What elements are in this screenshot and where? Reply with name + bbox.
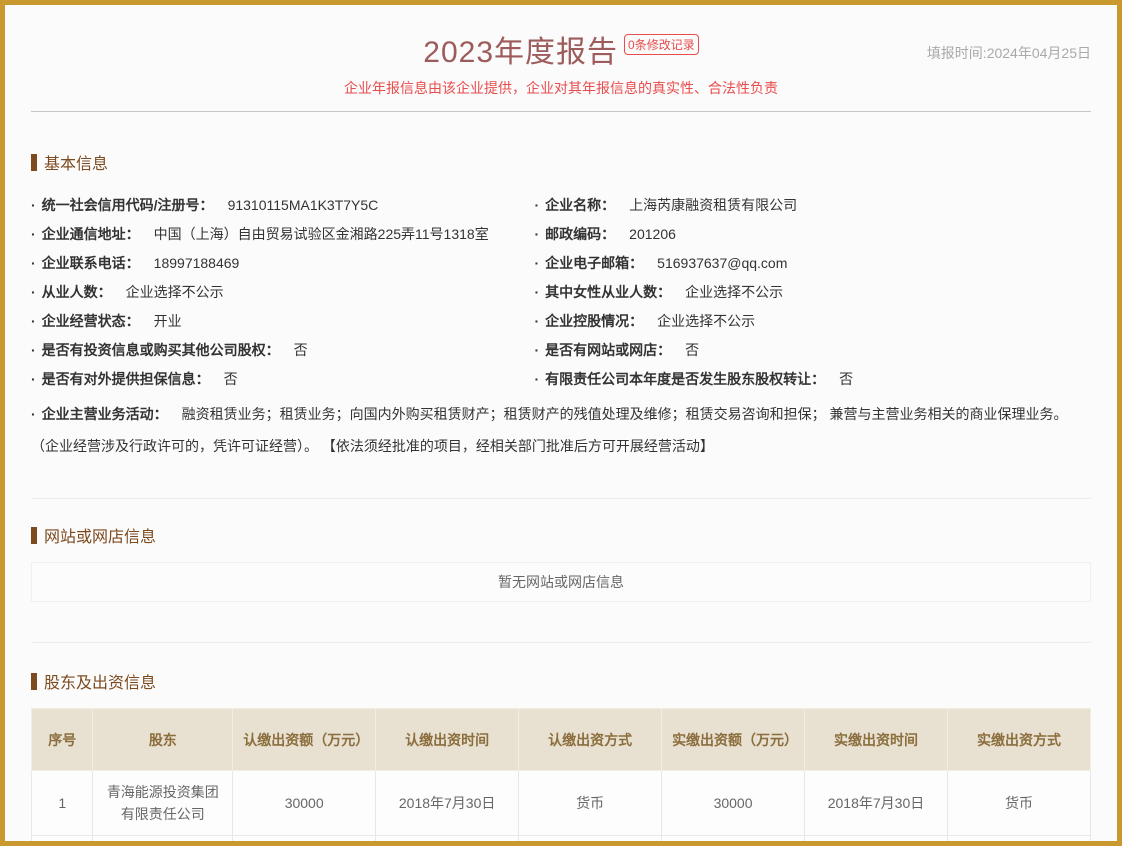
page-title: 2023年度报告 bbox=[423, 27, 618, 71]
field-main-business: 企业主营业务活动：融资租赁业务；租赁业务；向国内外购买租赁财产；租赁财产的残值处… bbox=[31, 398, 1091, 462]
section-marker-bar bbox=[31, 673, 37, 690]
column-header-subscribed-date: 认缴出资时间 bbox=[376, 709, 519, 771]
field-phone: 企业联系电话：18997188469 bbox=[31, 253, 535, 273]
edit-records-badge[interactable]: 0条修改记录 bbox=[624, 34, 699, 55]
divider-after-basic-info bbox=[31, 498, 1091, 499]
report-disclaimer: 企业年报信息由该企业提供，企业对其年报信息的真实性、合法性负责 bbox=[5, 78, 1117, 98]
column-header-paid-method: 实缴出资方式 bbox=[947, 709, 1090, 771]
cell-shareholder: 青海能源投资集团有限责任公司 bbox=[93, 771, 233, 836]
cell-index: 2 bbox=[32, 836, 93, 846]
field-postcode: 邮政编码：201206 bbox=[535, 224, 1092, 244]
cell-paid-method: 其他 bbox=[947, 836, 1090, 846]
section-title-text: 基本信息 bbox=[44, 150, 108, 174]
field-holding-status: 企业控股情况：企业选择不公示 bbox=[535, 311, 1092, 331]
section-title-shareholders: 股东及出资信息 bbox=[31, 669, 1091, 693]
cell-paid-method: 货币 bbox=[947, 771, 1090, 836]
report-header: 2023年度报告 0条修改记录 企业年报信息由该企业提供，企业对其年报信息的真实性… bbox=[5, 5, 1117, 112]
field-credit-code: 统一社会信用代码/注册号：91310115MA1K3T7Y5C bbox=[31, 195, 535, 215]
cell-subscribed-date: 2018年7月30日 bbox=[376, 771, 519, 836]
website-empty-text: 暂无网站或网店信息 bbox=[498, 572, 624, 592]
column-header-subscribed-amount: 认缴出资额（万元） bbox=[233, 709, 376, 771]
header-divider bbox=[31, 111, 1091, 112]
cell-paid-date bbox=[805, 836, 948, 846]
section-title-text: 网站或网店信息 bbox=[44, 523, 156, 547]
cell-subscribed-amount: 10000 bbox=[233, 836, 376, 846]
column-header-shareholder: 股东 bbox=[93, 709, 233, 771]
field-address: 企业通信地址：中国（上海）自由贸易试验区金湘路225弄11号1318室 bbox=[31, 224, 535, 244]
field-has-website: 是否有网站或网店：否 bbox=[535, 340, 1092, 360]
cell-subscribed-amount: 30000 bbox=[233, 771, 376, 836]
shareholders-table: 序号 股东 认缴出资额（万元） 认缴出资时间 认缴出资方式 实缴出资额（万元） … bbox=[31, 708, 1091, 846]
shareholders-header-row: 序号 股东 认缴出资额（万元） 认缴出资时间 认缴出资方式 实缴出资额（万元） … bbox=[32, 709, 1091, 771]
field-has-guarantee: 是否有对外提供担保信息：否 bbox=[31, 369, 535, 389]
cell-paid-amount: 0 bbox=[662, 836, 805, 846]
website-empty-box: 暂无网站或网店信息 bbox=[31, 562, 1091, 602]
section-website-info: 网站或网店信息 暂无网站或网店信息 bbox=[31, 523, 1091, 643]
cell-subscribed-method: 货币 bbox=[519, 836, 662, 846]
field-has-investment: 是否有投资信息或购买其他公司股权：否 bbox=[31, 340, 535, 360]
cell-index: 1 bbox=[32, 771, 93, 836]
field-female-employees: 其中女性从业人数：企业选择不公示 bbox=[535, 282, 1092, 302]
field-employees: 从业人数：企业选择不公示 bbox=[31, 282, 535, 302]
section-shareholders: 股东及出资信息 序号 股东 认缴出资额（万元） 认缴出资时间 认缴出资方式 实缴… bbox=[31, 669, 1091, 846]
section-title-text: 股东及出资信息 bbox=[44, 669, 156, 693]
field-email: 企业电子邮箱：516937637@qq.com bbox=[535, 253, 1092, 273]
table-row: 2 香港瑞盛德贸易有限公司 10000 2018年7月30日 货币 0 其他 bbox=[32, 836, 1091, 846]
section-title-basic-info: 基本信息 bbox=[31, 150, 1091, 174]
report-fill-time: 填报时间:2024年04月25日 bbox=[927, 43, 1091, 63]
cell-subscribed-method: 货币 bbox=[519, 771, 662, 836]
section-marker-bar bbox=[31, 154, 37, 171]
cell-paid-amount: 30000 bbox=[662, 771, 805, 836]
column-header-paid-amount: 实缴出资额（万元） bbox=[662, 709, 805, 771]
column-header-subscribed-method: 认缴出资方式 bbox=[519, 709, 662, 771]
section-title-website: 网站或网店信息 bbox=[31, 523, 1091, 547]
cell-shareholder: 香港瑞盛德贸易有限公司 bbox=[93, 836, 233, 846]
column-header-paid-date: 实缴出资时间 bbox=[805, 709, 948, 771]
field-operating-status: 企业经营状态：开业 bbox=[31, 311, 535, 331]
column-header-index: 序号 bbox=[32, 709, 93, 771]
annual-report-page: 2023年度报告 0条修改记录 企业年报信息由该企业提供，企业对其年报信息的真实性… bbox=[0, 0, 1122, 846]
cell-subscribed-date: 2018年7月30日 bbox=[376, 836, 519, 846]
divider-after-website bbox=[31, 642, 1091, 643]
section-marker-bar bbox=[31, 527, 37, 544]
basic-info-grid: 统一社会信用代码/注册号：91310115MA1K3T7Y5C 企业名称：上海芮… bbox=[31, 190, 1091, 393]
table-row: 1 青海能源投资集团有限责任公司 30000 2018年7月30日 货币 300… bbox=[32, 771, 1091, 836]
cell-paid-date: 2018年7月30日 bbox=[805, 771, 948, 836]
section-basic-info: 基本信息 统一社会信用代码/注册号：91310115MA1K3T7Y5C 企业名… bbox=[31, 150, 1091, 499]
field-company-name: 企业名称：上海芮康融资租赁有限公司 bbox=[535, 195, 1092, 215]
field-equity-transfer: 有限责任公司本年度是否发生股东股权转让：否 bbox=[535, 369, 1092, 389]
